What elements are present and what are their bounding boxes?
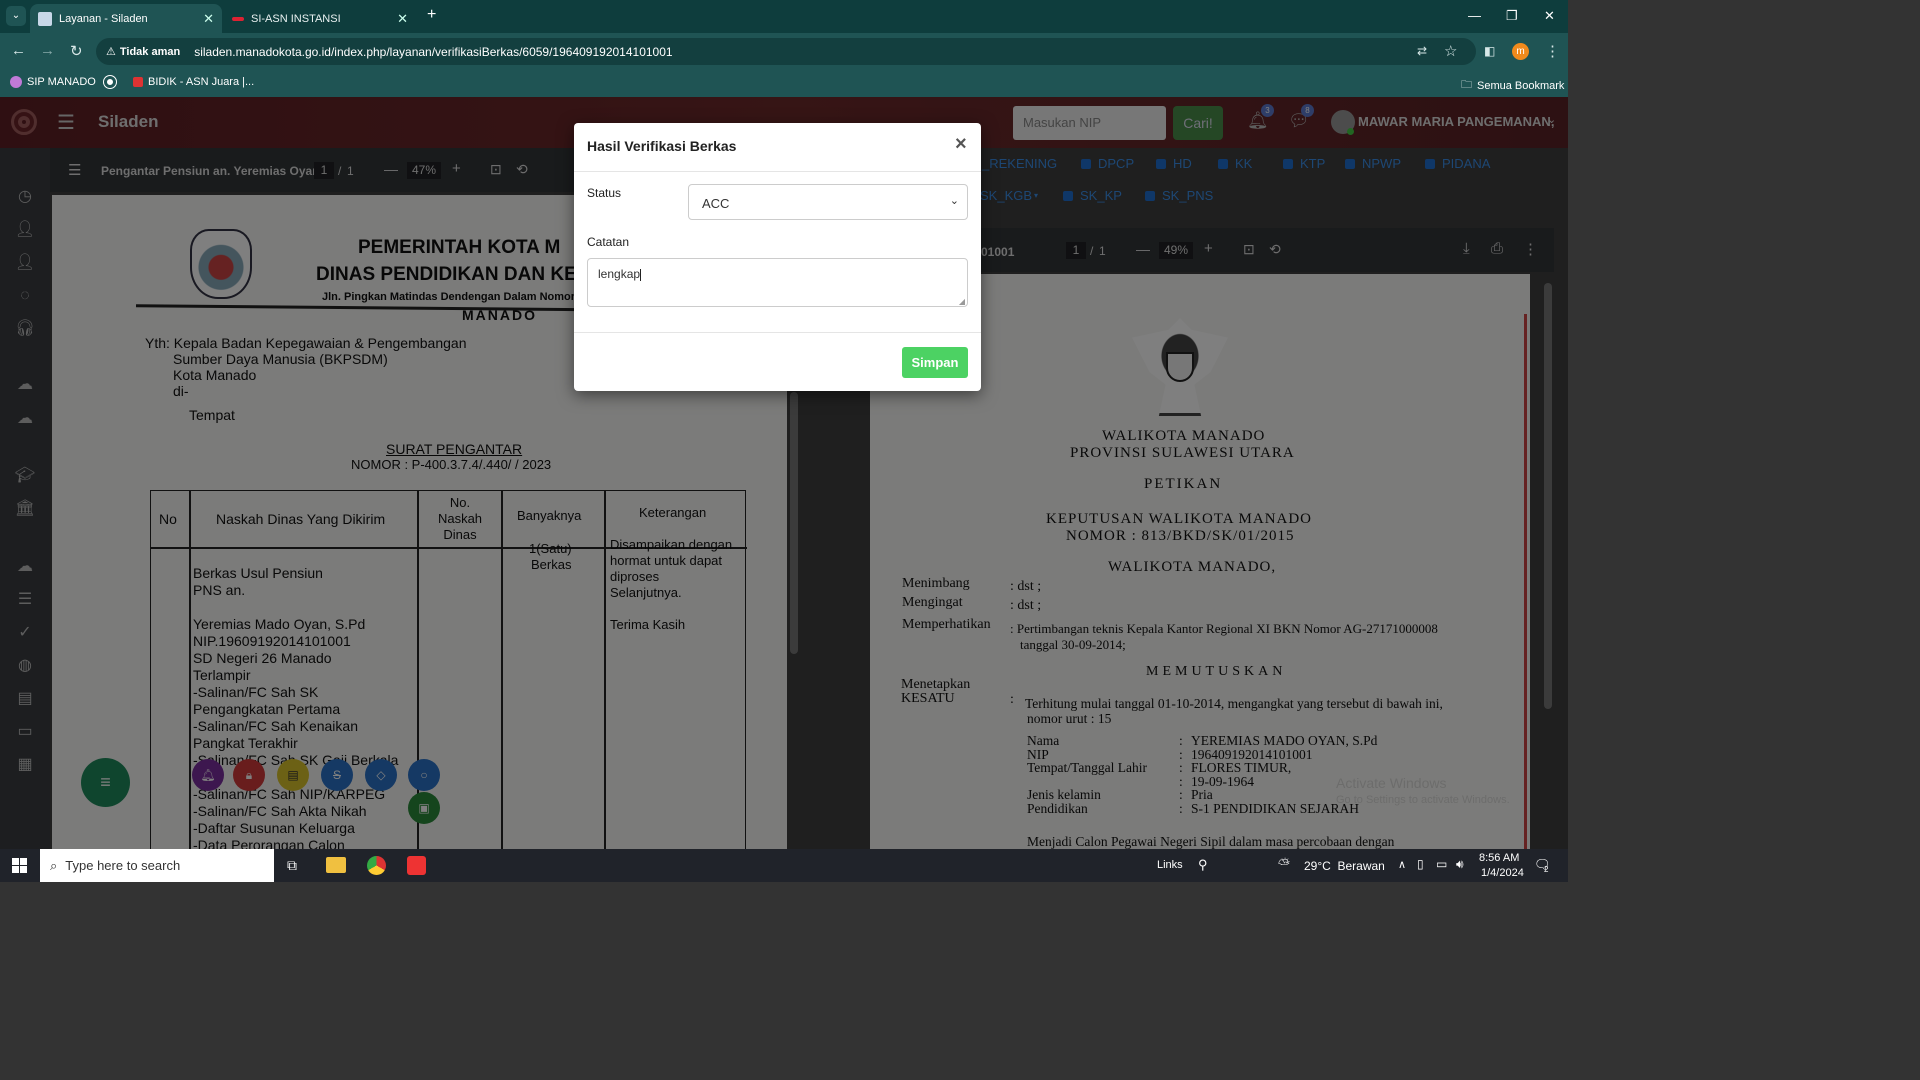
forward-icon[interactable]: → [40,42,55,59]
new-tab-icon[interactable]: + [427,6,436,24]
taskbar-search[interactable]: ⌕ Type here to search [40,849,274,882]
status-label: Status [587,186,622,200]
status-select[interactable]: ACC ⌄ [688,184,968,220]
catatan-value: lengkap [598,267,641,281]
siladen-favicon-icon [38,11,52,26]
bookmark-star-icon[interactable]: ☆ [1444,42,1457,60]
bookmark-label: BIDIK - ASN Juara |... [148,76,255,88]
people-icon[interactable]: ⚲ [1198,857,1208,873]
anydesk-icon[interactable] [407,856,426,875]
sidepanel-icon[interactable]: ◧ [1484,44,1495,58]
url-field[interactable]: ⚠ Tidak aman siladen.manadokota.go.id/in… [96,38,1476,65]
search-icon: ⌕ [50,858,58,873]
bookmark-label: SIP MANADO [27,76,96,88]
task-view-icon[interactable]: ⧉ [287,857,297,874]
chrome-icon[interactable] [367,856,386,875]
catatan-textarea[interactable]: lengkap ◢ [587,258,968,307]
resize-handle-icon[interactable]: ◢ [959,297,965,306]
chevron-down-icon: ⌄ [949,195,959,207]
close-window-icon[interactable]: ✕ [1544,8,1555,24]
text-cursor [640,268,642,281]
modal-header-divider [574,171,981,172]
clock-date[interactable]: 1/4/2024 [1481,867,1524,879]
bookmark-sip-manado[interactable]: SIP MANADO [10,76,96,88]
tab-si-asn[interactable]: SI-ASN INSTANSI ✕ [224,4,416,33]
address-bar: ← → ↻ ⚠ Tidak aman siladen.manadokota.go… [0,33,1568,70]
weather-icon: ⛅︎ [1278,856,1291,873]
back-icon[interactable]: ← [11,42,26,59]
tab-close-icon[interactable]: ✕ [397,11,408,27]
windows-taskbar: ⌕ Type here to search ⧉ Links ⚲ ⛅︎ 29°C B… [0,849,1568,882]
notification-center-badge: 2 [1544,865,1549,874]
url-text: siladen.manadokota.go.id/index.php/layan… [194,44,673,59]
battery-icon[interactable]: ▯ [1417,857,1424,871]
security-label: Tidak aman [119,45,181,58]
browser-menu-icon[interactable]: ⋮ [1545,42,1560,60]
taskbar-search-placeholder: Type here to search [65,858,181,873]
catatan-label: Catatan [587,235,630,249]
modal-footer-divider [574,332,981,333]
bidik-icon [133,77,143,87]
tab-siladen[interactable]: Layanan - Siladen ✕ [30,4,222,33]
translate-icon[interactable]: ⇄ [1417,44,1427,58]
sip-manado-icon [10,76,22,88]
tab-search-button[interactable]: ⌄ [6,6,26,26]
network-icon[interactable]: ▭ [1436,857,1447,871]
profile-avatar[interactable]: m [1512,43,1529,60]
verification-modal: Hasil Verifikasi Berkas × Status ACC ⌄ C… [574,123,981,391]
all-bookmarks-label: Semua Bookmark [1477,79,1565,92]
tab-label: SI-ASN INSTANSI [251,12,341,25]
bookmark-bidik[interactable]: BIDIK - ASN Juara |... [133,76,254,88]
modal-close-button[interactable]: × [955,133,967,156]
clock-time[interactable]: 8:56 AM [1479,852,1519,864]
reload-icon[interactable]: ↻ [70,42,83,60]
weather-text[interactable]: 29°C Berawan [1304,859,1385,873]
tray-chevron-icon[interactable]: ∧ [1398,858,1406,871]
all-bookmarks[interactable]: 🗀 Semua Bookmark [1461,76,1564,95]
restore-icon[interactable]: ❐ [1506,8,1518,24]
file-explorer-icon[interactable] [326,857,346,873]
tab-close-icon[interactable]: ✕ [203,11,214,27]
minimize-icon[interactable]: — [1468,8,1481,23]
browser-tab-bar: ⌄ Layanan - Siladen ✕ SI-ASN INSTANSI ✕ … [0,0,1568,33]
warning-icon: ⚠ [106,46,116,58]
taskbar-links[interactable]: Links [1157,859,1183,871]
windows-start-icon[interactable] [12,858,27,873]
si-asn-favicon-icon [232,16,244,21]
status-value: ACC [702,196,730,211]
bookmark-bar: SIP MANADO BIDIK - ASN Juara |... 🗀 Semu… [0,70,1568,97]
save-button[interactable]: Simpan [902,347,968,378]
bookmark-globe[interactable] [104,76,121,88]
tab-label: Layanan - Siladen [59,12,148,25]
globe-icon [104,76,116,88]
volume-icon[interactable]: 🔊︎ [1456,857,1464,872]
folder-icon: 🗀 [1461,79,1472,91]
modal-title: Hasil Verifikasi Berkas [587,138,737,154]
